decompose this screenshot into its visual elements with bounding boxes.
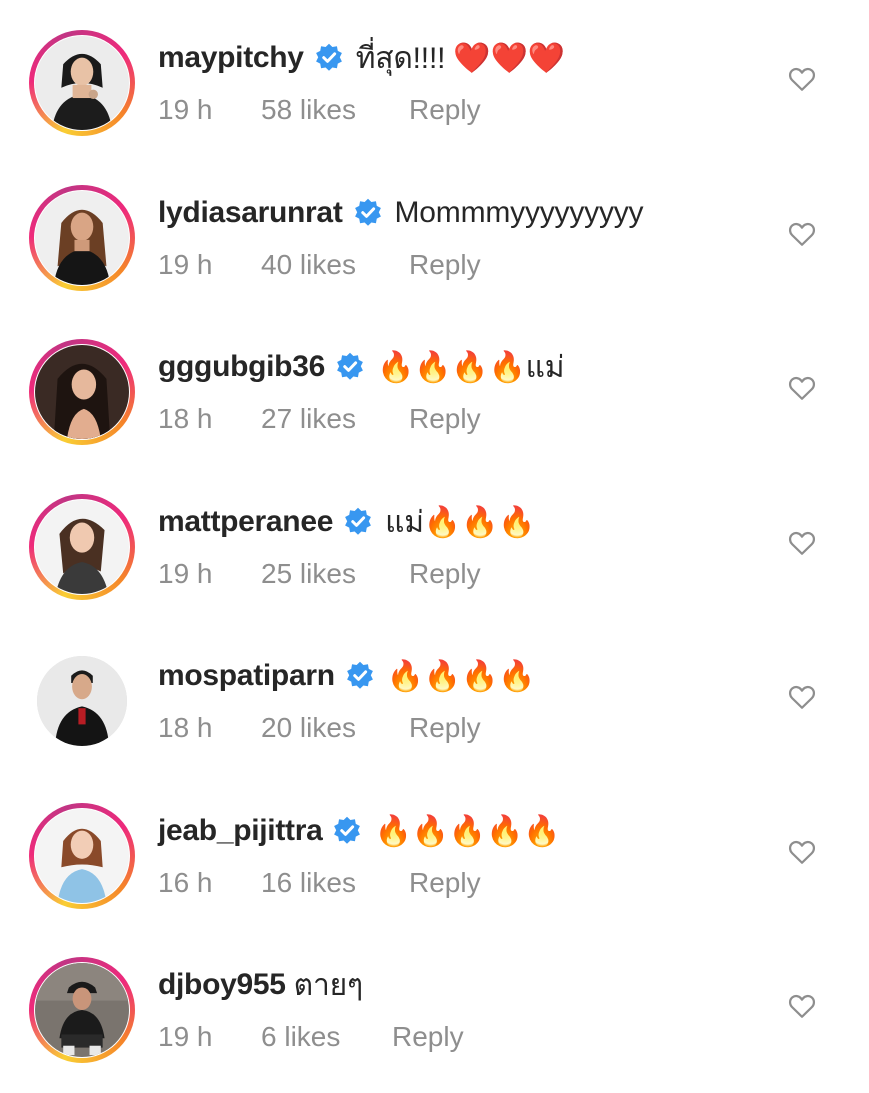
comment-text: 🔥🔥🔥🔥 [386,659,536,693]
comment-timestamp: 19 h [158,94,213,125]
reply-button[interactable]: Reply [409,558,481,590]
avatar-photo [35,500,129,594]
person-avatar-icon [35,191,129,285]
comment-item: jeab_pijittra 🔥🔥🔥🔥🔥 16 h 16 likes Reply [0,773,869,927]
comment-text: 🔥🔥🔥🔥🔥 [374,814,561,848]
avatar-photo [35,191,129,285]
person-avatar-icon [35,809,129,903]
comment-item: lydiasarunrat Mommmyyyyyyyyy 19 h 40 lik… [0,155,869,309]
heart-outline-icon[interactable] [787,991,817,1021]
likes-count-link[interactable]: 25 likes [261,558,409,590]
comment-timestamp: 19 h [158,249,213,280]
username-link[interactable]: mospatiparn [158,659,335,693]
avatar[interactable] [37,656,127,746]
reply-button[interactable]: Reply [409,94,481,126]
person-avatar-icon [35,963,129,1057]
likes-count-link[interactable]: 20 likes [261,712,409,744]
heart-outline-icon[interactable] [787,837,817,867]
avatar-photo [35,963,129,1057]
avatar-photo [35,36,129,130]
reply-button[interactable]: Reply [409,249,481,281]
username-link[interactable]: jeab_pijittra [158,814,323,848]
avatar-photo [35,345,129,439]
comment-item: gggubgib36 🔥🔥🔥🔥แม่ 18 h 27 likes Reply [0,309,869,463]
likes-count-link[interactable]: 27 likes [261,403,409,435]
heart-outline-icon[interactable] [787,373,817,403]
heart-outline-icon[interactable] [787,219,817,249]
avatar[interactable] [29,494,135,600]
verified-badge-icon [335,352,365,382]
heart-outline-icon[interactable] [787,64,817,94]
comment-item: mattperanee แม่🔥🔥🔥 19 h 25 likes Reply [0,464,869,618]
comment-timestamp: 16 h [158,867,213,898]
reply-button[interactable]: Reply [409,867,481,899]
verified-badge-icon [345,661,375,691]
comment-text: ที่สุด!!!! ❤️❤️❤️ [355,41,565,75]
verified-badge-icon [343,507,373,537]
comment-item: maypitchy ที่สุด!!!! ❤️❤️❤️ 19 h 58 like… [0,0,869,154]
likes-count-link[interactable]: 58 likes [261,94,409,126]
likes-count-link[interactable]: 6 likes [261,1021,392,1053]
avatar-photo [35,809,129,903]
reply-button[interactable]: Reply [409,712,481,744]
comment-timestamp: 18 h [158,403,213,434]
username-link[interactable]: gggubgib36 [158,350,325,384]
avatar[interactable] [29,185,135,291]
verified-badge-icon [353,198,383,228]
comment-text: 🔥🔥🔥🔥แม่ [376,350,565,384]
likes-count-link[interactable]: 40 likes [261,249,409,281]
likes-count-link[interactable]: 16 likes [261,867,409,899]
avatar[interactable] [29,30,135,136]
comment-text: ตายๆ [293,968,363,1002]
comment-timestamp: 18 h [158,712,213,743]
avatar[interactable] [29,957,135,1063]
person-avatar-icon [35,500,129,594]
comment-text: Mommmyyyyyyyyy [394,196,644,229]
comment-item: mospatiparn 🔥🔥🔥🔥 18 h 20 likes Reply [0,618,869,772]
avatar-photo [37,656,127,746]
verified-badge-icon [314,43,344,73]
avatar[interactable] [29,339,135,445]
comment-timestamp: 19 h [158,1021,213,1052]
verified-badge-icon [332,816,362,846]
username-link[interactable]: mattperanee [158,505,333,539]
comment-text: แม่🔥🔥🔥 [385,505,536,539]
avatar[interactable] [29,803,135,909]
heart-outline-icon[interactable] [787,682,817,712]
username-link[interactable]: djboy955 [158,968,286,1002]
person-avatar-icon [35,36,129,130]
reply-button[interactable]: Reply [409,403,481,435]
comment-item: djboy955 ตายๆ 19 h 6 likes Reply [0,927,869,1081]
comment-timestamp: 19 h [158,558,213,589]
username-link[interactable]: lydiasarunrat [158,196,343,230]
reply-button[interactable]: Reply [392,1021,464,1053]
person-avatar-icon [37,656,127,746]
username-link[interactable]: maypitchy [158,41,304,75]
person-avatar-icon [35,345,129,439]
heart-outline-icon[interactable] [787,528,817,558]
